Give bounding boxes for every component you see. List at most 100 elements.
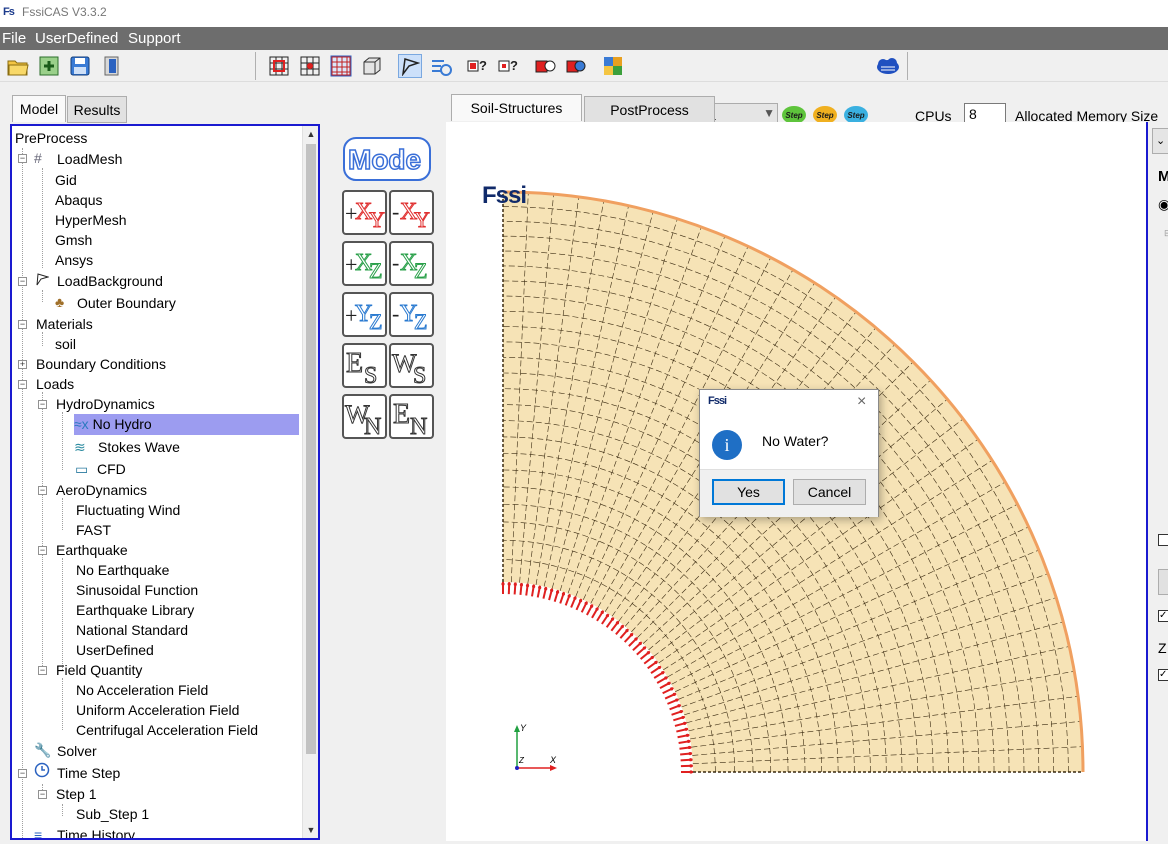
time-history-icon[interactable] <box>429 54 453 78</box>
view-minus-yz-button[interactable]: -YZ <box>389 292 434 337</box>
query-force-icon[interactable] <box>533 54 557 78</box>
boundary-shape-icon[interactable] <box>398 54 422 78</box>
open-folder-icon[interactable] <box>6 54 30 78</box>
mesh-3d-icon[interactable] <box>360 54 384 78</box>
save-icon[interactable] <box>68 54 92 78</box>
tree-item-no-hydro[interactable]: ≈x No Hydro <box>74 414 299 435</box>
mesh-node-icon[interactable] <box>267 54 291 78</box>
query-result-icon[interactable] <box>564 54 588 78</box>
boundary-blocks-icon: ♣ <box>55 292 64 312</box>
svg-text:Z: Z <box>414 309 427 334</box>
query-element-icon[interactable]: ? <box>496 54 520 78</box>
tree-item-solver[interactable]: Solver <box>57 741 97 761</box>
yes-button[interactable]: Yes <box>712 479 785 505</box>
menu-file[interactable]: File <box>2 30 26 47</box>
tree-item-fast[interactable]: FAST <box>76 520 111 540</box>
tree-item-uniform-accel[interactable]: Uniform Acceleration Field <box>76 700 239 720</box>
tree-item-gmsh[interactable]: Gmsh <box>55 230 92 250</box>
tree-item-fluctuating-wind[interactable]: Fluctuating Wind <box>76 500 180 520</box>
tree-item-preprocess[interactable]: PreProcess <box>15 128 87 148</box>
tree-item-hydrodynamics[interactable]: HydroDynamics <box>56 394 155 414</box>
tree-item-outer-boundary[interactable]: Outer Boundary <box>77 293 176 313</box>
tree-item-step1[interactable]: Step 1 <box>56 784 96 804</box>
tree-expander-icon[interactable]: ⊟ <box>1164 228 1168 239</box>
collapse-icon[interactable]: − <box>18 380 27 389</box>
tree-item-gid[interactable]: Gid <box>55 170 77 190</box>
view-minus-xz-button[interactable]: -XZ <box>389 241 434 286</box>
mode-button[interactable]: Mode <box>342 136 432 182</box>
checkbox-checked[interactable]: ✓ <box>1158 610 1168 622</box>
radio-icon[interactable]: ◉ <box>1158 196 1168 213</box>
cloud-compute-icon[interactable] <box>875 54 899 78</box>
checkbox-checked[interactable]: ✓ <box>1158 669 1168 681</box>
mesh-point-icon[interactable] <box>298 54 322 78</box>
view-minus-xy-button[interactable]: -XY <box>389 190 434 235</box>
tree-item-loadbackground[interactable]: LoadBackground <box>57 271 163 291</box>
tree-item-loadmesh[interactable]: LoadMesh <box>57 149 122 169</box>
tree-scrollbar[interactable]: ▲ ▼ <box>302 126 318 838</box>
close-icon[interactable]: × <box>857 393 866 411</box>
mesh-grid-icon[interactable] <box>329 54 353 78</box>
tree-item-ansys[interactable]: Ansys <box>55 250 93 270</box>
svg-text:E: E <box>393 399 410 430</box>
collapse-icon[interactable]: − <box>18 277 27 286</box>
panel-label-z: Z <box>1158 640 1167 656</box>
tree-item-field-quantity[interactable]: Field Quantity <box>56 660 142 680</box>
view-en-button[interactable]: EN <box>389 394 434 439</box>
tree-item-no-accel[interactable]: No Acceleration Field <box>76 680 208 700</box>
tree-item-national-standard[interactable]: National Standard <box>76 620 188 640</box>
tree-item-cfd[interactable]: CFD <box>97 459 126 479</box>
tree-item-no-earthquake[interactable]: No Earthquake <box>76 560 169 580</box>
view-plus-xz-button[interactable]: +XZ <box>342 241 387 286</box>
collapse-icon[interactable]: − <box>18 769 27 778</box>
collapse-icon[interactable]: − <box>38 790 47 799</box>
tree-item-stokes-wave[interactable]: Stokes Wave <box>98 437 180 457</box>
scrollbar-thumb[interactable] <box>306 144 316 754</box>
exit-door-icon[interactable] <box>99 54 123 78</box>
tree-item-centrifugal-accel[interactable]: Centrifugal Acceleration Field <box>76 720 258 740</box>
tree-item-hypermesh[interactable]: HyperMesh <box>55 210 127 230</box>
tree-item-sub-step1[interactable]: Sub_Step 1 <box>76 804 149 824</box>
view-es-button[interactable]: ES <box>342 343 387 388</box>
add-file-icon[interactable] <box>37 54 61 78</box>
tab-postprocess[interactable]: PostProcess <box>584 96 715 123</box>
tree-item-soil[interactable]: soil <box>55 334 76 354</box>
tab-results[interactable]: Results <box>67 96 127 123</box>
collapse-icon[interactable]: − <box>38 400 47 409</box>
tab-soil-structures[interactable]: Soil-Structures <box>451 94 582 121</box>
collapse-icon[interactable]: − <box>38 666 47 675</box>
collapse-icon[interactable]: − <box>38 486 47 495</box>
menu-support[interactable]: Support <box>128 30 181 47</box>
chevron-down-icon[interactable]: ⌄ <box>1152 128 1168 154</box>
query-node-icon[interactable]: ? <box>465 54 489 78</box>
expand-icon[interactable]: + <box>18 360 27 369</box>
checkbox-unchecked[interactable] <box>1158 534 1168 546</box>
tree-item-earthquake[interactable]: Earthquake <box>56 540 128 560</box>
scroll-up-icon[interactable]: ▲ <box>303 126 319 142</box>
cancel-button[interactable]: Cancel <box>793 479 866 505</box>
tab-model[interactable]: Model <box>12 95 66 122</box>
time-history-icon: ≡ <box>34 825 42 840</box>
collapse-icon[interactable]: − <box>38 546 47 555</box>
view-ws-button[interactable]: WS <box>389 343 434 388</box>
tree-item-abaqus[interactable]: Abaqus <box>55 190 102 210</box>
tree-item-loads[interactable]: Loads <box>36 374 74 394</box>
tree-item-time-history[interactable]: Time History <box>57 825 135 840</box>
view-wn-button[interactable]: WN <box>342 394 387 439</box>
collapse-icon[interactable]: − <box>18 320 27 329</box>
tree-item-materials[interactable]: Materials <box>36 314 93 334</box>
collapse-icon[interactable]: − <box>18 154 27 163</box>
model-tree: PreProcess − # LoadMesh Gid Abaqus Hyper… <box>12 126 304 838</box>
panel-button[interactable] <box>1158 569 1168 595</box>
tree-item-time-step[interactable]: Time Step <box>57 763 120 783</box>
color-palette-icon[interactable] <box>601 54 625 78</box>
view-plus-yz-button[interactable]: +YZ <box>342 292 387 337</box>
tree-item-boundary-conditions[interactable]: Boundary Conditions <box>36 354 166 374</box>
view-plus-xy-button[interactable]: +XY <box>342 190 387 235</box>
tree-item-aerodynamics[interactable]: AeroDynamics <box>56 480 147 500</box>
tree-item-sinusoidal[interactable]: Sinusoidal Function <box>76 580 198 600</box>
scroll-down-icon[interactable]: ▼ <box>303 822 319 838</box>
menu-userdefined[interactable]: UserDefined <box>35 30 118 47</box>
tree-item-eq-library[interactable]: Earthquake Library <box>76 600 194 620</box>
tree-item-eq-userdefined[interactable]: UserDefined <box>76 640 154 660</box>
